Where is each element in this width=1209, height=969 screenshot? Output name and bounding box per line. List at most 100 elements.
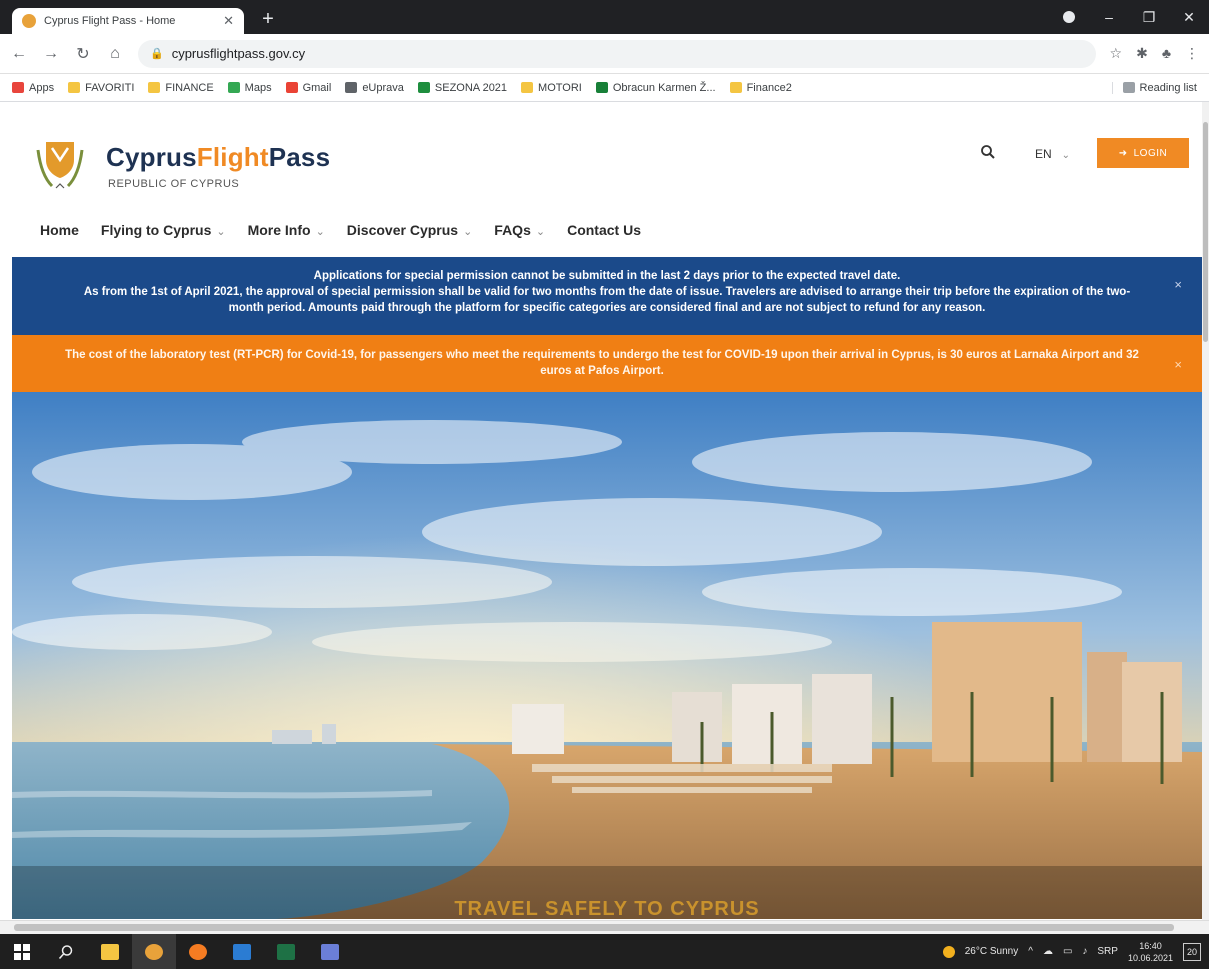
nav-item[interactable]: Home	[40, 222, 79, 238]
chevron-down-icon: ⌄	[535, 226, 546, 238]
bookmark-label: Obracun Karmen Ž...	[612, 81, 716, 94]
bookmark-item[interactable]: MOTORI	[521, 82, 582, 94]
tab-title: Cyprus Flight Pass - Home	[44, 15, 176, 27]
volume-icon[interactable]: ♪	[1082, 946, 1087, 957]
brand-part1: Cyprus	[106, 142, 197, 172]
bookmark-folder-icon	[521, 82, 534, 93]
close-notice-icon[interactable]: ×	[1174, 357, 1182, 373]
nav-item-label: Contact Us	[567, 222, 641, 238]
taskbar-search-icon[interactable]	[44, 934, 88, 969]
outlook-icon[interactable]	[220, 934, 264, 969]
file-explorer-icon[interactable]	[88, 934, 132, 969]
nav-item-label: Discover Cyprus	[346, 222, 459, 238]
extensions-icon[interactable]: ✱	[1136, 45, 1148, 62]
profile-icon[interactable]	[1063, 11, 1075, 23]
start-button[interactable]	[0, 934, 44, 969]
language-selector[interactable]: EN ⌄	[1035, 147, 1070, 161]
new-tab-button[interactable]: +	[256, 9, 280, 31]
clock[interactable]: 16:40 10.06.2021	[1128, 940, 1173, 964]
weather-icon[interactable]	[942, 945, 955, 958]
clock-date: 10.06.2021	[1127, 952, 1173, 963]
cyprus-coat-of-arms-logo[interactable]	[30, 132, 90, 194]
bookmark-item[interactable]: eUprava	[345, 82, 404, 94]
notice-banner-blue: Applications for special permission cann…	[12, 257, 1202, 335]
url-text[interactable]: cyprusflightpass.gov.cy	[172, 46, 305, 61]
login-button[interactable]: ➜ LOGIN	[1097, 138, 1189, 168]
login-label: LOGIN	[1133, 147, 1168, 159]
weather-text[interactable]: 26°C Sunny	[965, 946, 1018, 957]
nav-item[interactable]: More Info ⌄	[248, 222, 325, 238]
beach-photo	[12, 392, 1202, 919]
bookmarks-bar: Apps FAVORITI FINANCE Maps Gmail eUprava SEZON…	[0, 74, 1209, 102]
search-icon[interactable]	[980, 144, 996, 165]
scroll-thumb[interactable]	[1203, 122, 1208, 342]
site-favicon-icon	[22, 14, 36, 28]
beach-umbrellas	[532, 764, 832, 793]
home-icon[interactable]: ⌂	[106, 45, 124, 63]
save-app-icon[interactable]	[308, 934, 352, 969]
input-language[interactable]: SRP	[1097, 946, 1118, 957]
onedrive-icon[interactable]: ☁	[1043, 946, 1053, 957]
lock-icon[interactable]: 🔒	[150, 47, 164, 60]
bookmark-item[interactable]: Apps	[12, 82, 54, 94]
chrome-icon[interactable]	[132, 934, 176, 969]
brand-name[interactable]: CyprusFlightPass	[106, 142, 330, 173]
bookmark-item[interactable]: Maps	[227, 81, 272, 94]
chevron-down-icon: ⌄	[1061, 150, 1071, 161]
browser-tab[interactable]: Cyprus Flight Pass - Home ✕	[12, 8, 244, 34]
notice-orange-text: The cost of the laboratory test (RT-PCR)…	[65, 349, 1139, 377]
show-hidden-icons-icon[interactable]: ^	[1028, 946, 1033, 957]
hero-image: TRAVEL SAFELY TO CYPRUS	[12, 392, 1202, 919]
system-tray: 26°C Sunny ^ ☁ ▭ ♪ SRP 16:40 10.06.2021 …	[942, 940, 1209, 964]
hero-caption: TRAVEL SAFELY TO CYPRUS	[454, 898, 760, 919]
notice-banner-orange: The cost of the laboratory test (RT-PCR)…	[12, 335, 1202, 392]
address-bar[interactable]: 🔒 cyprusflightpass.gov.cy	[138, 39, 1096, 68]
bookmark-folder-icon	[148, 82, 161, 93]
bookmark-item[interactable]: FINANCE	[148, 81, 214, 94]
bookmark-item[interactable]: Gmail	[285, 81, 332, 94]
bookmark-item[interactable]: Obracun Karmen Ž...	[595, 81, 716, 94]
back-icon[interactable]: ←	[10, 45, 28, 63]
firefox-icon[interactable]	[176, 934, 220, 969]
minimize-icon[interactable]: –	[1089, 9, 1129, 25]
notice-blue-text-pre: As from the 1st of April 2021, the appro…	[83, 286, 1107, 298]
nav-item[interactable]: FAQs ⌄	[494, 222, 545, 238]
nav-item-label: FAQs	[494, 222, 531, 238]
menu-dots-icon[interactable]: ⋮	[1185, 45, 1199, 62]
scroll-thumb[interactable]	[14, 924, 1174, 931]
bookmark-label: FINANCE	[165, 81, 214, 94]
close-notice-icon[interactable]: ×	[1174, 277, 1182, 293]
language-label: EN	[1035, 147, 1052, 161]
bookmark-folder-icon	[595, 82, 608, 93]
bookmark-star-icon[interactable]: ☆	[1110, 45, 1123, 62]
vertical-scrollbar[interactable]	[1202, 102, 1209, 920]
horizontal-scrollbar[interactable]	[0, 920, 1209, 934]
windows-taskbar: 26°C Sunny ^ ☁ ▭ ♪ SRP 16:40 10.06.2021 …	[0, 934, 1209, 969]
reading-list-button[interactable]: Reading list	[1111, 81, 1197, 94]
window-controls: – ❐ ✕	[1063, 0, 1209, 34]
bookmark-label: Maps	[244, 81, 272, 94]
bookmark-label: Gmail	[302, 81, 332, 94]
nav-item[interactable]: Contact Us	[567, 222, 641, 238]
notification-center-icon[interactable]: 20	[1183, 942, 1201, 961]
forward-icon[interactable]: →	[42, 45, 60, 63]
bookmark-item[interactable]: Finance2	[729, 82, 792, 94]
bookmark-item[interactable]: SEZONA 2021	[417, 82, 507, 94]
nav-item[interactable]: Discover Cyprus ⌄	[347, 222, 473, 238]
bookmark-label: MOTORI	[538, 81, 582, 94]
network-icon[interactable]: ▭	[1063, 946, 1072, 957]
close-tab-icon[interactable]: ✕	[223, 13, 234, 29]
site-header: CyprusFlightPass REPUBLIC OF CYPRUS EN ⌄ …	[12, 102, 1202, 257]
extension-avatar-icon[interactable]: ♣	[1162, 45, 1171, 62]
close-window-icon[interactable]: ✕	[1169, 9, 1209, 26]
main-navigation: Home Flying to Cyprus ⌄ More Info ⌄ Discover …	[40, 222, 641, 238]
bookmark-item[interactable]: FAVORITI	[68, 82, 134, 94]
nav-item[interactable]: Flying to Cyprus ⌄	[101, 222, 226, 238]
notice-blue-line1: Applications for special permission cann…	[313, 270, 901, 282]
restore-icon[interactable]: ❐	[1129, 9, 1169, 26]
nav-item-label: More Info	[247, 222, 311, 238]
excel-icon[interactable]	[264, 934, 308, 969]
chevron-down-icon: ⌄	[463, 226, 473, 238]
bookmark-folder-icon	[729, 82, 742, 93]
reload-icon[interactable]: ↻	[74, 44, 92, 64]
